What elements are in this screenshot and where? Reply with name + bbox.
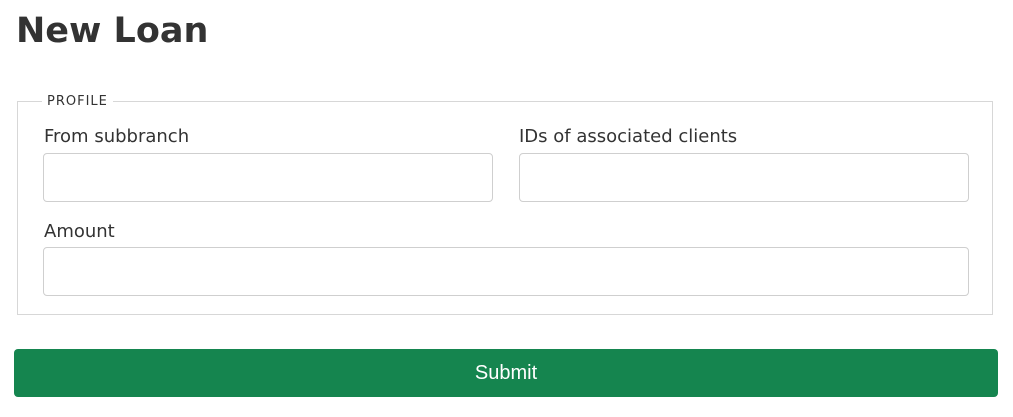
profile-legend: PROFILE <box>42 94 113 110</box>
from-subbranch-input[interactable] <box>43 153 493 202</box>
page-title: New Loan <box>16 11 209 51</box>
from-subbranch-label: From subbranch <box>44 126 190 147</box>
amount-label: Amount <box>44 221 115 242</box>
profile-fieldset: PROFILE From subbranch IDs of associated… <box>17 94 993 315</box>
associated-clients-label: IDs of associated clients <box>519 126 738 147</box>
amount-input[interactable] <box>43 247 969 296</box>
submit-button[interactable]: Submit <box>14 349 998 397</box>
associated-clients-input[interactable] <box>519 153 969 202</box>
